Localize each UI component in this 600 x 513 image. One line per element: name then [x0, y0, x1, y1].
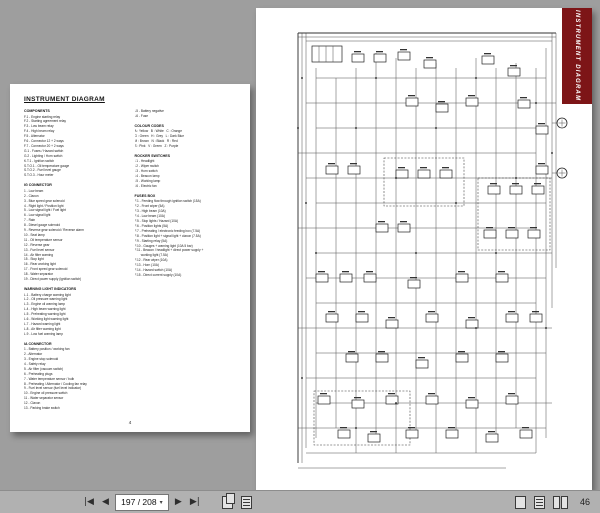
pdf-viewer-window: INSTRUMENT DIAGRAM COMPONENTS F.1 - Engin…: [0, 0, 600, 513]
legend-item: L.9 - Low fuel warning lamp: [24, 331, 63, 336]
viewer-toolbar: |◀ ◀ 197 / 208 ▾ ▶ ▶| 46: [0, 490, 600, 513]
legend-item: L6 - Fuse: [134, 113, 148, 118]
section-heading: COLOUR CODES: [134, 123, 164, 128]
legend-section: COMPONENTS F.1 - Engine starting relay F.2…: [24, 109, 126, 178]
snapshot-icon[interactable]: [240, 495, 252, 509]
legend-section: ROCKER SWITCHES I.1 - Headlight I.2 - Wipe…: [135, 154, 237, 189]
page-number: 4: [128, 420, 132, 425]
last-page-button[interactable]: ▶|: [186, 491, 204, 513]
legend-item: S.T.O.3 - Hour meter: [24, 173, 54, 178]
facing-pages-icon[interactable]: [552, 495, 568, 509]
page-number-box[interactable]: 197 / 208 ▾: [114, 493, 169, 511]
legend-section: FUSES BOX F.1 - Feeding flow through igni…: [135, 194, 237, 278]
section-heading: ROCKER SWITCHES: [134, 153, 171, 158]
side-tab-label: INSTRUMENT DIAGRAM: [574, 10, 580, 102]
section-heading: FUSES BOX: [134, 193, 156, 198]
legend-column-right: L5 - Battery negative L6 - Fuse COLOUR COD…: [135, 109, 237, 416]
legend-section: WARNING LIGHT INDICATORS L.1 - Battery ch…: [24, 287, 126, 337]
wiring-diagram: [297, 32, 568, 469]
legend-item: 13 - Parking brake switch: [24, 406, 60, 411]
legend-item: I.6 - Electric fan: [134, 183, 157, 188]
continuous-pages-icon[interactable]: [533, 495, 545, 509]
legend-column-left: COMPONENTS F.1 - Engine starting relay F.2…: [24, 109, 126, 416]
legend-item: F.15 - Direct current supply (10A): [134, 272, 182, 277]
copy-icon[interactable]: [221, 492, 235, 509]
legend-section: COLOUR CODES A : Yellow B : White C : Ora…: [135, 124, 237, 149]
legend-columns: COMPONENTS F.1 - Engine starting relay F.2…: [24, 109, 236, 416]
next-page-button[interactable]: ▶: [171, 491, 186, 513]
section-heading: WARNING LIGHT INDICATORS: [24, 287, 77, 291]
legend-item: 19 - Direct power supply (ignition switc…: [24, 277, 82, 282]
legend-section: IA CONNECTOR 1 - Battery position / worki…: [24, 342, 126, 411]
legend-item: S : Pink V : Green Z : Purple: [134, 144, 179, 149]
document-page-left: INSTRUMENT DIAGRAM COMPONENTS F.1 - Engin…: [10, 84, 250, 432]
section-heading: IA CONNECTOR: [24, 341, 52, 346]
zoom-level[interactable]: 46: [580, 497, 590, 507]
page-number-value: 197 / 208: [121, 497, 157, 507]
document-page-right: INSTRUMENT DIAGRAM: [256, 8, 592, 490]
page-select-arrow-icon[interactable]: ▾: [160, 499, 163, 506]
section-heading: COMPONENTS: [24, 109, 50, 113]
single-page-icon[interactable]: [514, 495, 526, 509]
previous-page-button[interactable]: ◀: [98, 491, 113, 513]
first-page-button[interactable]: |◀: [80, 491, 98, 513]
side-tab: INSTRUMENT DIAGRAM: [562, 8, 592, 104]
page-title: INSTRUMENT DIAGRAM: [24, 96, 105, 103]
legend-section: IG CONNECTOR 1 - Low beam 2 - Claxon 3 - Bl…: [24, 183, 126, 282]
section-heading: IG CONNECTOR: [24, 183, 52, 188]
legend-section: L5 - Battery negative L6 - Fuse: [135, 109, 237, 119]
